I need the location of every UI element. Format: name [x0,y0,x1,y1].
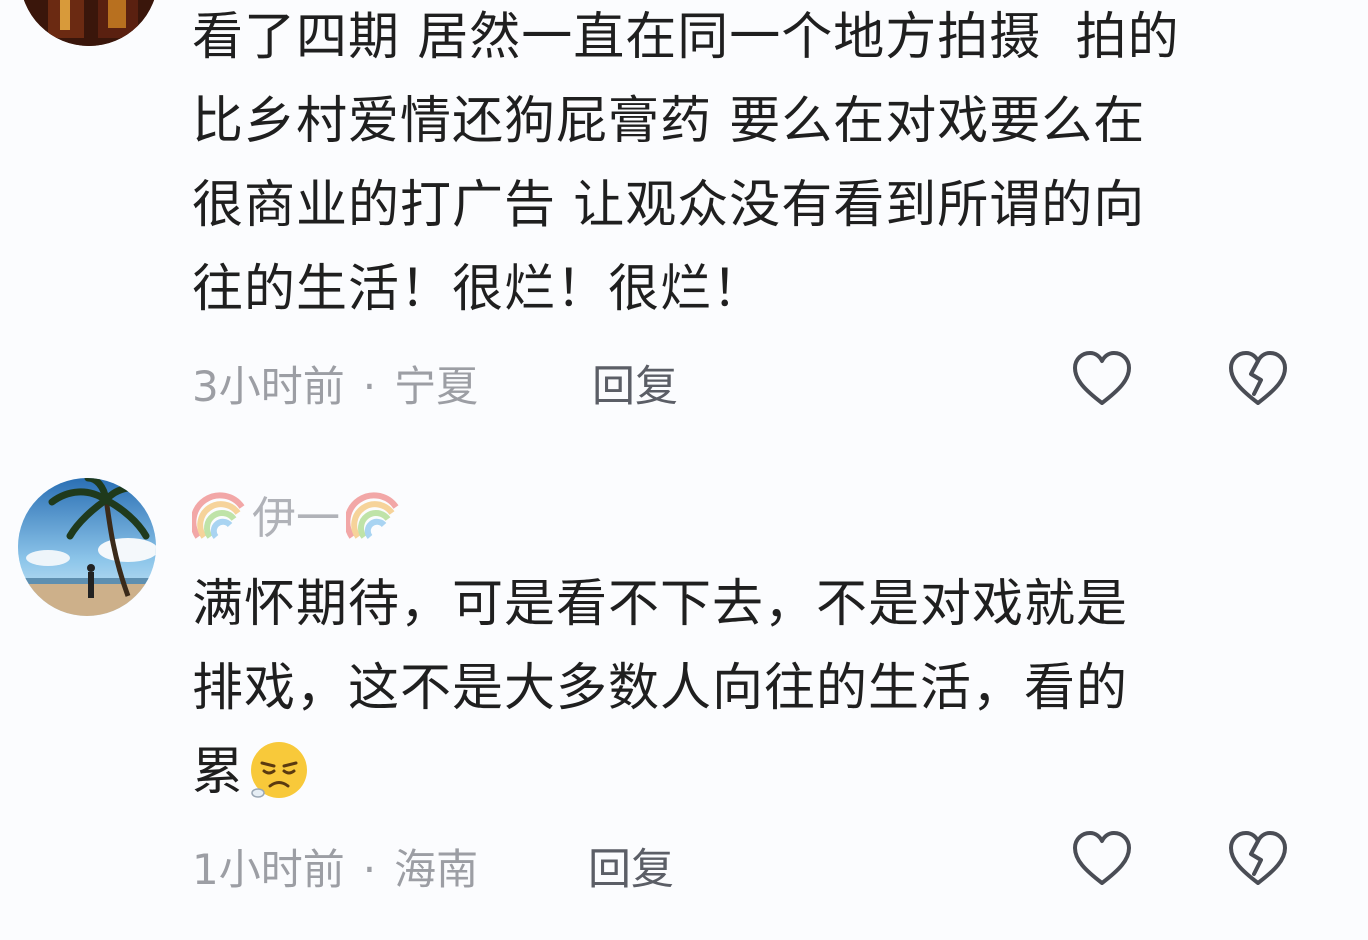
comment-time: 1小时前 [192,845,345,894]
user-avatar[interactable] [18,478,156,616]
avatar-image [20,0,158,46]
user-avatar[interactable] [20,0,158,46]
comment-text: 满怀期待，可是看不下去，不是对戏就是 排戏，这不是大多数人向往的生活，看的 累 [192,563,1322,815]
comment-meta: 1小时前 · 海南 [192,836,478,897]
comment-location: 海南 [394,845,479,894]
heart-outline-icon [1073,351,1131,405]
like-button[interactable] [1071,830,1133,888]
username[interactable]: 伊一 [252,482,340,546]
broken-heart-outline-icon [1229,351,1287,405]
comment-location: 宁夏 [394,362,479,411]
heart-outline-icon [1073,831,1131,885]
rainbow-icon [346,492,399,539]
comment-time: 3小时前 [192,362,345,411]
comment-list: 看了四期 居然一直在同一个地方拍摄 拍的 比乡村爱情还狗屁膏药 要么在对戏要么在… [0,0,1368,940]
username-row: 伊一 [192,484,400,544]
rainbow-icon [192,492,245,539]
meta-separator: · [362,362,377,411]
like-button[interactable] [1071,350,1133,408]
comment-text: 看了四期 居然一直在同一个地方拍摄 拍的 比乡村爱情还狗屁膏药 要么在对戏要么在… [192,8,1180,319]
dislike-button[interactable] [1227,350,1289,408]
broken-heart-outline-icon [1229,831,1287,885]
meta-separator: · [362,845,377,894]
comment-meta: 3小时前 · 宁夏 [192,353,478,414]
reply-button[interactable]: 回复 [588,835,674,897]
weary-face-emoji [251,742,308,798]
comment-text-body: 满怀期待，可是看不下去，不是对戏就是 排戏，这不是大多数人向往的生活，看的 累 [192,575,1129,802]
dislike-button[interactable] [1227,830,1289,888]
reply-button[interactable]: 回复 [592,352,678,414]
avatar-image [18,478,156,616]
